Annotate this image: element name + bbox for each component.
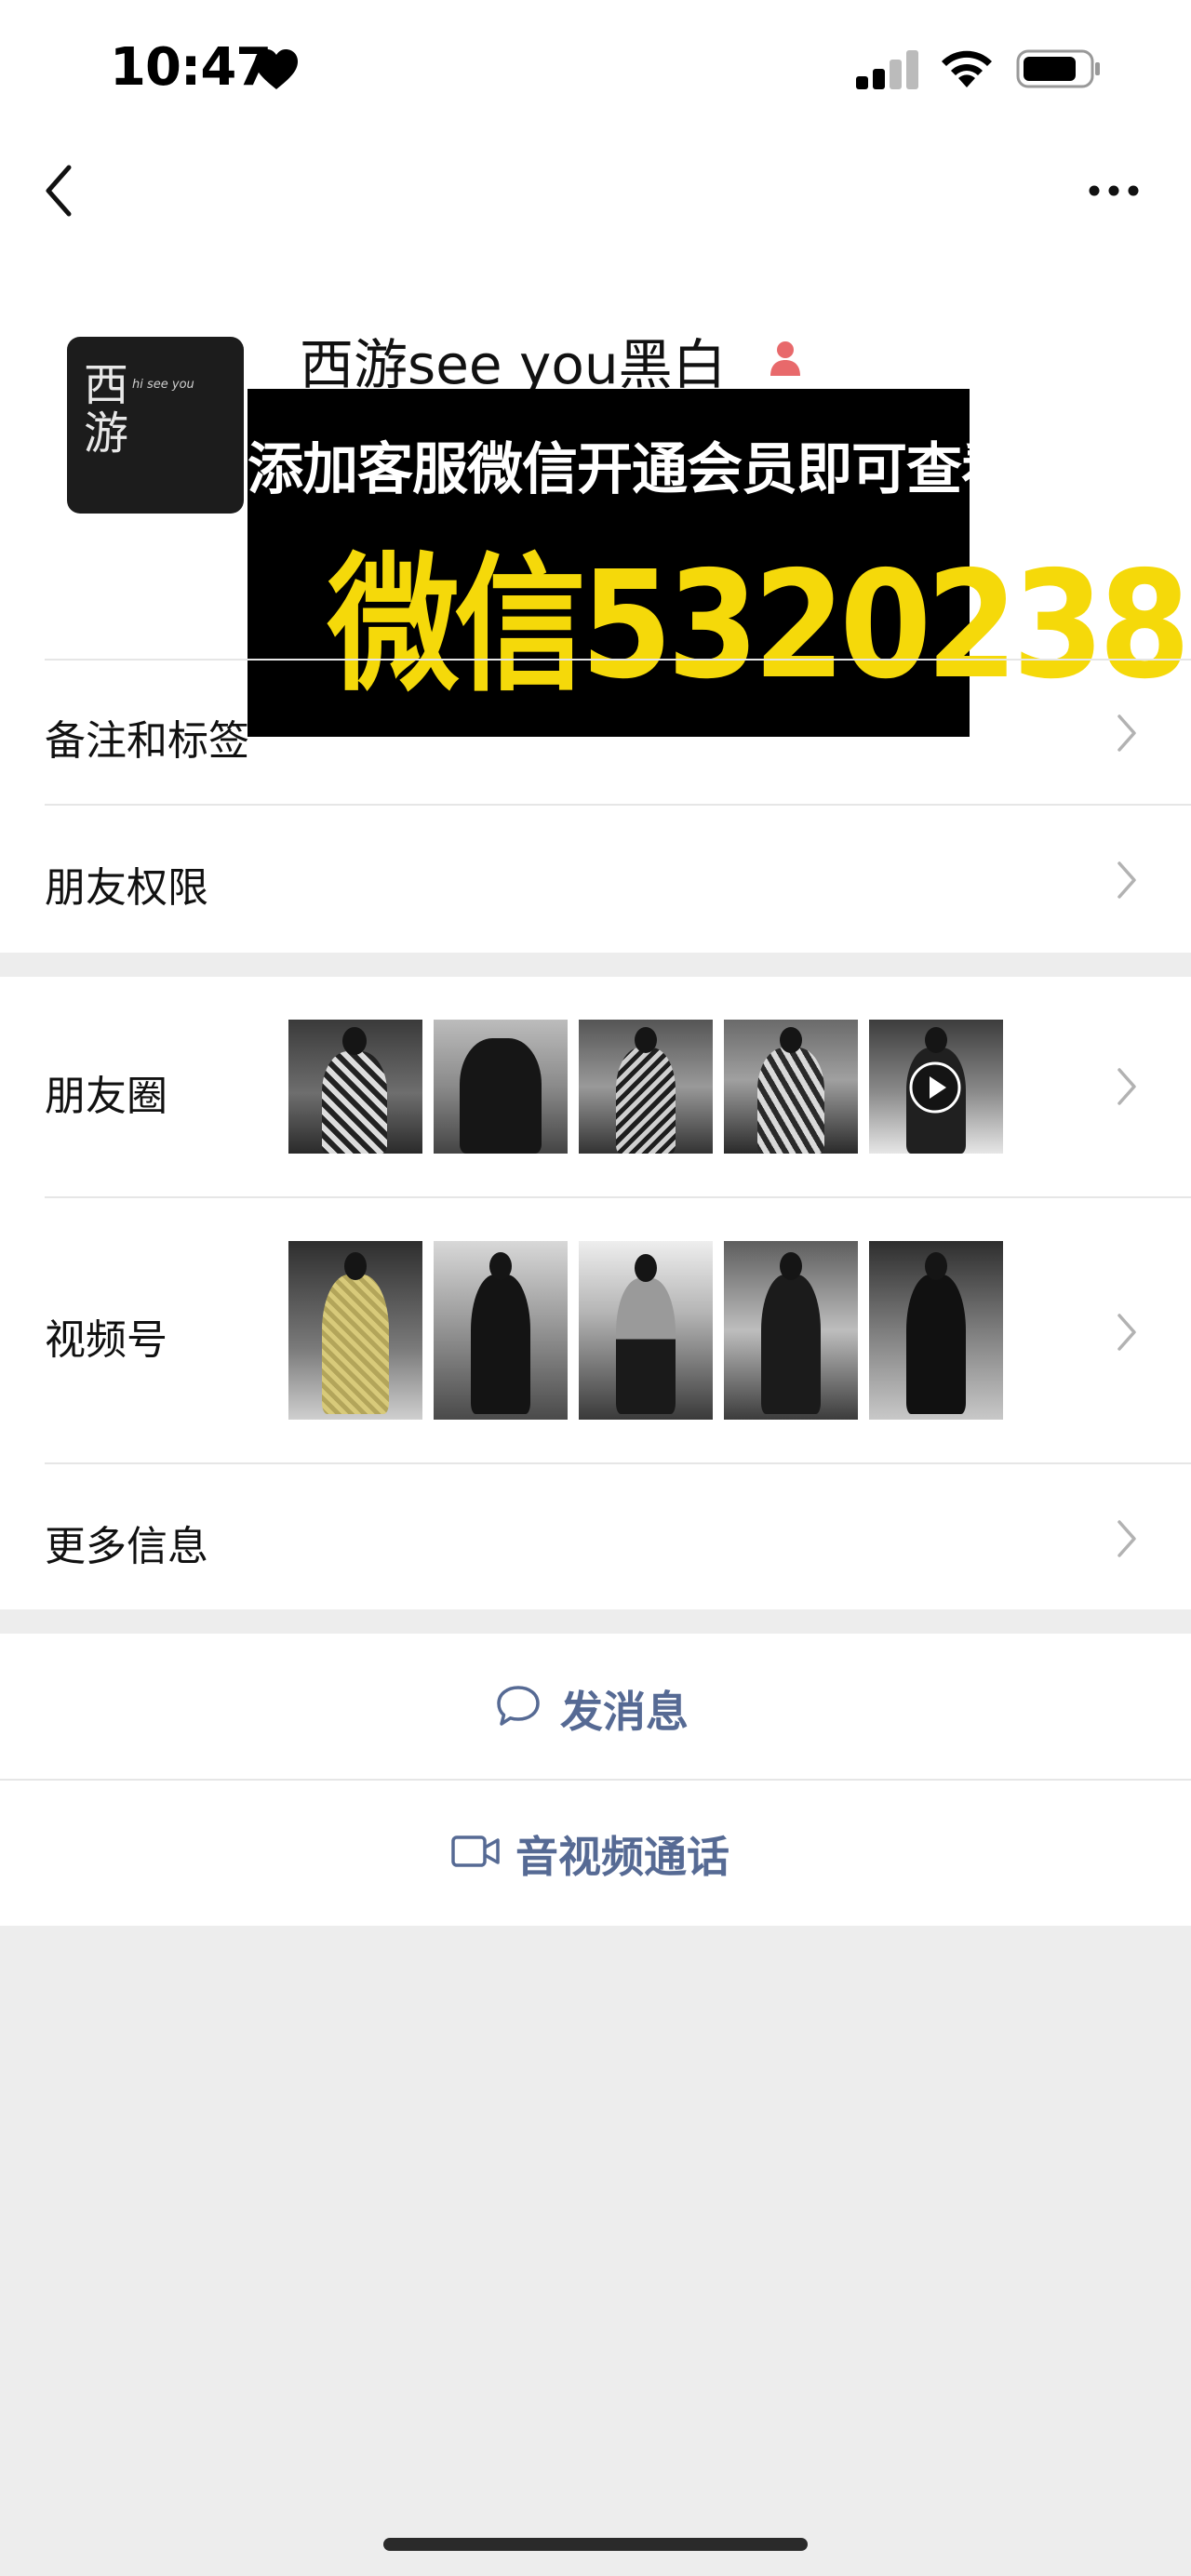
- channels-thumbnail[interactable]: [869, 1241, 1003, 1420]
- chevron-right-icon: [1117, 1520, 1136, 1557]
- wifi-icon: [942, 50, 992, 87]
- moments-thumbnail[interactable]: [724, 1020, 858, 1154]
- avatar-text: 西游: [84, 359, 129, 460]
- chevron-right-icon: [1117, 1314, 1136, 1351]
- row-channels-label: 视频号: [45, 1316, 167, 1364]
- row-remark-label: 备注和标签: [45, 717, 249, 765]
- heart-icon: [255, 49, 298, 89]
- status-time: 10:47: [110, 37, 272, 98]
- channels-thumbnail[interactable]: [724, 1241, 858, 1420]
- promo-line1: 添加客服微信开通会员即可查看: [248, 437, 1017, 502]
- status-bar: 10:47: [0, 0, 1191, 140]
- play-icon: [909, 1061, 961, 1114]
- chat-bubble-icon: [497, 1686, 540, 1726]
- chevron-right-icon: [1117, 714, 1136, 752]
- moments-thumbnail[interactable]: [434, 1020, 568, 1154]
- avatar-subtext: hi see you: [132, 378, 194, 392]
- moments-thumbnail[interactable]: [579, 1020, 713, 1154]
- section-gap: [0, 953, 1191, 977]
- row-moments-label: 朋友圈: [45, 1073, 167, 1120]
- channels-thumbnail[interactable]: [579, 1241, 713, 1420]
- signal-icon: [856, 48, 921, 89]
- video-call-label: 音视频通话: [515, 1832, 729, 1882]
- video-camera-icon: [451, 1835, 500, 1867]
- profile-name: 西游see you黑白: [300, 333, 727, 396]
- video-call-button[interactable]: 音视频通话: [0, 1781, 1191, 1926]
- send-message-button[interactable]: 发消息: [0, 1634, 1191, 1779]
- moments-thumbnail[interactable]: [288, 1020, 422, 1154]
- moments-video-thumbnail[interactable]: [869, 1020, 1003, 1154]
- channels-thumbnail[interactable]: [288, 1241, 422, 1420]
- row-more-info-label: 更多信息: [45, 1523, 208, 1570]
- send-message-label: 发消息: [560, 1687, 689, 1737]
- chevron-right-icon: [1117, 1068, 1136, 1105]
- chevron-right-icon: [1117, 861, 1136, 899]
- avatar[interactable]: 西游 hi see you: [67, 337, 244, 514]
- channels-thumbnail[interactable]: [434, 1241, 568, 1420]
- female-badge-icon: [770, 341, 800, 376]
- back-icon[interactable]: [37, 158, 84, 223]
- home-indicator[interactable]: [383, 2538, 808, 2551]
- section-gap: [0, 1609, 1191, 1634]
- more-icon[interactable]: [1087, 179, 1141, 203]
- row-permissions-label: 朋友权限: [45, 864, 208, 912]
- battery-icon: [1016, 49, 1100, 88]
